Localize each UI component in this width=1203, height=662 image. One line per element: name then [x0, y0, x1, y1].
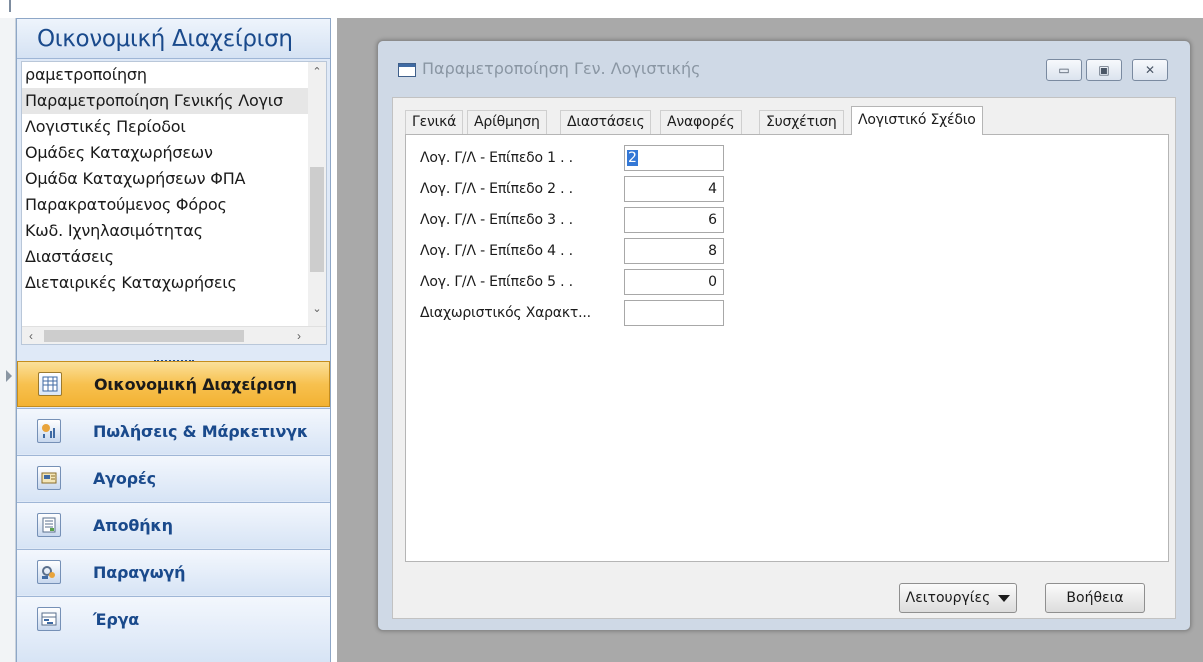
tab-chart-of-accounts[interactable]: Λογιστικό Σχέδιο — [851, 106, 983, 135]
nav-section-purchases[interactable]: Αγορές — [17, 455, 330, 501]
projects-icon — [37, 607, 61, 631]
tree-item-traceability-code[interactable]: Κωδ. Ιχνηλασιμότητας — [22, 218, 310, 244]
nav-section-label: Αποθήκη — [93, 516, 173, 535]
nav-section-label: Αγορές — [93, 469, 156, 488]
field-label: Λογ. Γ/Λ - Επίπεδο 1 . . — [420, 150, 573, 166]
top-strip — [0, 0, 1203, 18]
nav-tree-list: ραμετροποίηση Παραμετροποίηση Γενικής Λο… — [22, 62, 310, 328]
separator-character-input[interactable] — [624, 300, 724, 326]
help-button[interactable]: Βοήθεια — [1045, 583, 1145, 613]
nav-pane-header: Οικονομική Διαχείριση — [17, 19, 330, 59]
nav-collapse-edge[interactable] — [0, 18, 16, 662]
splitter-tick — [9, 0, 11, 12]
gl-setup-window: Παραμετροποίηση Γεν. Λογιστικής ▭ ▣ ✕ Γε… — [377, 40, 1191, 631]
horizontal-scroll-thumb[interactable] — [44, 330, 244, 342]
field-label: Λογ. Γ/Λ - Επίπεδο 4 . . — [420, 243, 573, 259]
tab-numbering[interactable]: Αρίθμηση — [467, 110, 547, 134]
field-label: Λογ. Γ/Λ - Επίπεδο 3 . . — [420, 212, 573, 228]
tree-item-vat-posting-group[interactable]: Ομάδα Καταχωρήσεων ΦΠΑ — [22, 166, 310, 192]
nav-section-label: Οικονομική Διαχείριση — [94, 375, 297, 394]
nav-section-financial-management[interactable]: Οικονομική Διαχείριση — [17, 361, 330, 407]
dropdown-arrow-icon — [998, 594, 1011, 602]
manufacturing-icon — [37, 560, 61, 584]
level-3-input[interactable]: 6 — [624, 207, 724, 233]
nav-section-manufacturing[interactable]: Παραγωγή — [17, 549, 330, 595]
field-label: Λογ. Γ/Λ - Επίπεδο 2 . . — [420, 181, 573, 197]
nav-pane-title: Οικονομική Διαχείριση — [37, 26, 293, 52]
vertical-scroll-thumb[interactable] — [310, 167, 324, 272]
tab-reports[interactable]: Αναφορές — [660, 110, 742, 134]
field-label: Διαχωριστικός Χαρακτ... — [420, 305, 591, 321]
level-5-input[interactable]: 0 — [624, 269, 724, 295]
level-2-input[interactable]: 4 — [624, 176, 724, 202]
nav-section-label: Παραγωγή — [93, 563, 186, 582]
tree-item-gl-setup[interactable]: Παραμετροποίηση Γενικής Λογισ — [22, 88, 310, 114]
scroll-right-icon[interactable]: › — [292, 328, 306, 344]
level-1-input[interactable]: 2 — [624, 145, 724, 171]
expand-arrow-icon[interactable] — [6, 370, 12, 382]
scroll-up-icon[interactable]: ⌃ — [311, 65, 323, 79]
minimize-button[interactable]: ▭ — [1046, 59, 1082, 81]
tree-item-withholding-tax[interactable]: Παρακρατούμενος Φόρος — [22, 192, 310, 218]
purchases-icon — [37, 466, 61, 490]
tab-dimensions[interactable]: Διαστάσεις — [560, 110, 652, 134]
window-titlebar[interactable]: Παραμετροποίηση Γεν. Λογιστικής ▭ ▣ ✕ — [378, 41, 1190, 97]
scroll-left-icon[interactable]: ‹ — [24, 328, 38, 344]
nav-section-warehouse[interactable]: Αποθήκη — [17, 502, 330, 548]
nav-tree: ραμετροποίηση Παραμετροποίηση Γενικής Λο… — [21, 61, 327, 345]
tree-vertical-scrollbar[interactable]: ⌃ ⌄ — [308, 62, 326, 328]
form-icon — [398, 63, 416, 77]
selected-value: 2 — [627, 150, 638, 166]
navigation-pane: Οικονομική Διαχείριση ραμετροποίηση Παρα… — [16, 18, 331, 662]
nav-section-label: Έργα — [93, 610, 140, 629]
tree-item-dimensions[interactable]: Διαστάσεις — [22, 244, 310, 270]
nav-section-label: Πωλήσεις & Μάρκετινγκ — [93, 422, 309, 441]
functions-button-label: Λειτουργίες — [905, 590, 991, 606]
tab-relations[interactable]: Συσχέτιση — [759, 110, 844, 134]
tree-horizontal-scrollbar[interactable]: ‹ › — [22, 326, 326, 344]
window-title: Παραμετροποίηση Γεν. Λογιστικής — [422, 59, 701, 78]
level-4-input[interactable]: 8 — [624, 238, 724, 264]
window-client-area: Γενικά Αρίθμηση Διαστάσεις Αναφορές Συσχ… — [392, 97, 1176, 619]
nav-section-projects[interactable]: Έργα — [17, 596, 330, 662]
ledger-icon — [38, 372, 62, 396]
sales-chart-icon — [37, 419, 61, 443]
tree-item-setup[interactable]: ραμετροποίηση — [22, 62, 310, 88]
warehouse-icon — [37, 513, 61, 537]
tree-item-intercompany-postings[interactable]: Διεταιρικές Καταχωρήσεις — [22, 270, 310, 296]
nav-section-sales-marketing[interactable]: Πωλήσεις & Μάρκετινγκ — [17, 408, 330, 454]
close-button[interactable]: ✕ — [1132, 59, 1168, 81]
functions-button[interactable]: Λειτουργίες — [899, 583, 1017, 613]
tab-general[interactable]: Γενικά — [405, 110, 464, 134]
scroll-down-icon[interactable]: ⌄ — [311, 302, 323, 316]
restore-button[interactable]: ▣ — [1086, 59, 1122, 81]
tree-item-posting-groups[interactable]: Ομάδες Καταχωρήσεων — [22, 140, 310, 166]
tab-panel: Λογ. Γ/Λ - Επίπεδο 1 . . 2 Λογ. Γ/Λ - Επ… — [405, 134, 1169, 562]
tree-item-accounting-periods[interactable]: Λογιστικές Περίοδοι — [22, 114, 310, 140]
nav-splitter-grip[interactable] — [17, 349, 330, 362]
field-label: Λογ. Γ/Λ - Επίπεδο 5 . . — [420, 274, 573, 290]
